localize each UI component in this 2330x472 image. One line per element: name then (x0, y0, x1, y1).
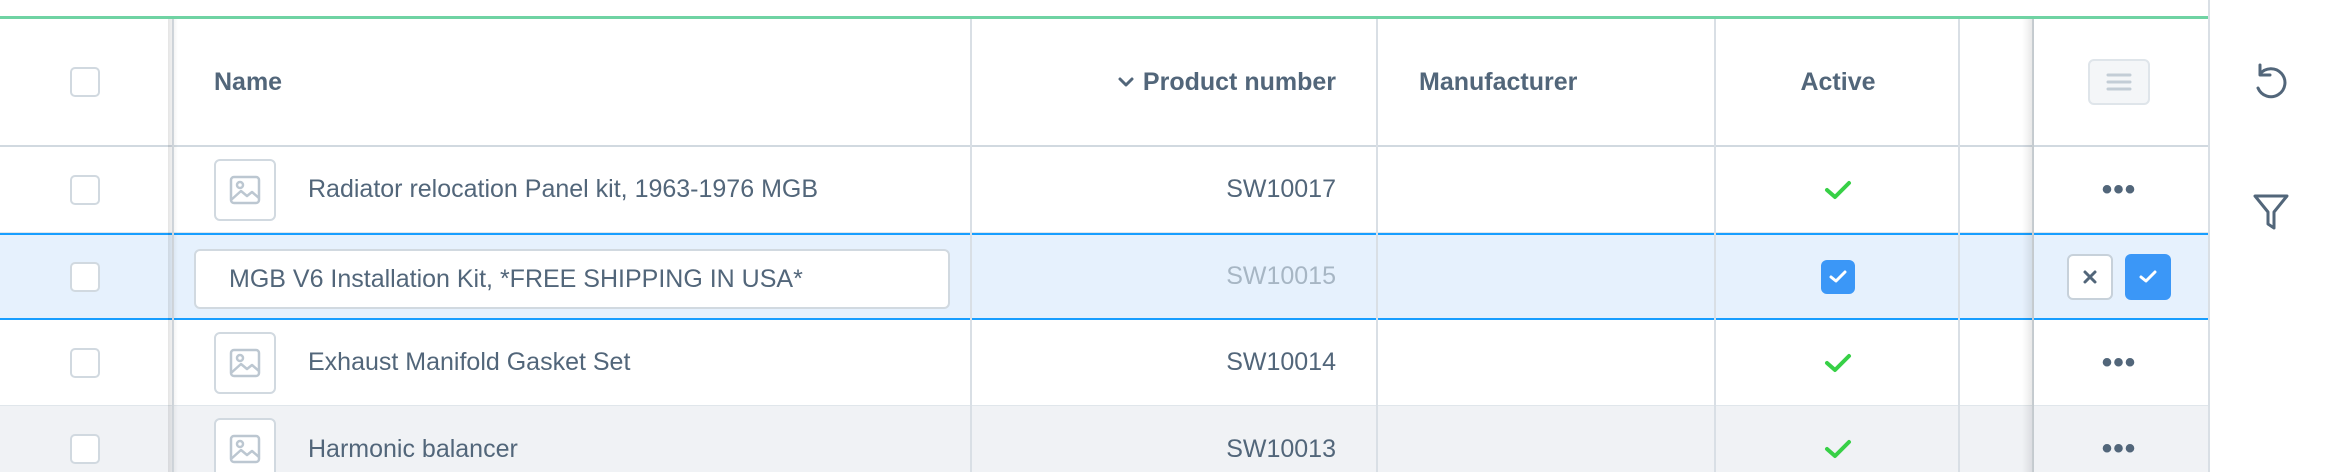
sticky-column-shadow (168, 19, 178, 472)
product-name: Exhaust Manifold Gasket Set (308, 348, 631, 376)
row-actions-button[interactable]: ••• (2092, 147, 2146, 232)
thumbnail-cell (214, 320, 276, 405)
active-toggle-checkbox[interactable] (1821, 259, 1855, 294)
row-checkbox[interactable] (70, 347, 100, 378)
checkmark-icon (1824, 179, 1852, 201)
active-cell (1716, 147, 1960, 232)
column-settings-cell (2088, 19, 2150, 145)
checkmark-icon (1824, 352, 1852, 374)
more-icon: ••• (2101, 432, 2137, 465)
undo-icon (2251, 62, 2291, 104)
table-row-editing[interactable]: MGB V6 Installation Kit, *FREE SHIPPING … (0, 233, 2208, 320)
column-resize-handle[interactable] (970, 19, 972, 472)
product-data-grid: Name Product number Manufacturer Active (0, 19, 2208, 472)
table-row[interactable]: Harmonic balancer SW10013 ••• (0, 406, 2208, 472)
sidebar-actions (2208, 0, 2330, 472)
row-select-cell (70, 406, 100, 472)
filter-icon (2251, 191, 2291, 233)
column-resize-handle[interactable] (1958, 19, 1960, 472)
column-header-active-label: Active (1800, 67, 1876, 96)
product-name: Radiator relocation Panel kit, 1963-1976… (308, 175, 819, 203)
column-resize-handle[interactable] (1376, 19, 1378, 472)
checkmark-icon (1829, 270, 1847, 284)
table-header-row: Name Product number Manufacturer Active (0, 19, 2208, 147)
active-cell (1716, 235, 1960, 318)
select-all-cell (70, 19, 100, 145)
sticky-column-shadow (2022, 19, 2034, 472)
image-placeholder-icon (214, 331, 276, 394)
table-row[interactable]: Exhaust Manifold Gasket Set SW10014 ••• (0, 320, 2208, 406)
menu-icon (2106, 72, 2132, 92)
product-name-cell[interactable]: Exhaust Manifold Gasket Set (308, 320, 630, 405)
column-header-product-number-label: Product number (1142, 67, 1336, 96)
product-number: SW10014 (1226, 348, 1336, 376)
product-number-cell: SW10015 (1226, 235, 1336, 318)
column-resize-handle[interactable] (1714, 19, 1716, 472)
active-cell (1716, 406, 1960, 472)
table-row[interactable]: Radiator relocation Panel kit, 1963-1976… (0, 147, 2208, 233)
column-header-product-number[interactable]: Product number (1117, 19, 1336, 145)
product-number-cell: SW10013 (1226, 406, 1336, 472)
product-number: SW10017 (1226, 175, 1336, 203)
column-settings-button[interactable] (2088, 59, 2150, 105)
product-number-cell: SW10014 (1226, 320, 1336, 405)
chevron-down-icon (1117, 75, 1135, 89)
product-name: Harmonic balancer (308, 434, 518, 463)
image-placeholder-icon (214, 418, 276, 472)
column-header-name-label: Name (214, 67, 283, 96)
product-name-edit-value: MGB V6 Installation Kit, *FREE SHIPPING … (229, 264, 803, 293)
more-icon: ••• (2101, 172, 2137, 206)
checkmark-icon (2139, 270, 2157, 284)
row-actions-button[interactable]: ••• (2092, 320, 2146, 405)
cancel-edit-button[interactable] (2067, 253, 2113, 300)
active-cell (1716, 320, 1960, 405)
thumbnail-cell (214, 406, 276, 472)
row-checkbox[interactable] (70, 261, 100, 292)
select-all-checkbox[interactable] (70, 67, 100, 97)
row-actions-button[interactable]: ••• (2092, 406, 2146, 472)
column-header-manufacturer[interactable]: Manufacturer (1419, 19, 1577, 145)
row-select-cell (70, 320, 100, 405)
product-number: SW10015 (1226, 262, 1336, 290)
product-name-cell[interactable]: Harmonic balancer (308, 406, 518, 472)
product-name-cell[interactable]: Radiator relocation Panel kit, 1963-1976… (308, 147, 818, 232)
row-checkbox[interactable] (70, 434, 100, 464)
filter-button[interactable] (2210, 191, 2330, 233)
save-edit-button[interactable] (2125, 253, 2171, 300)
product-name-edit-input[interactable]: MGB V6 Installation Kit, *FREE SHIPPING … (194, 249, 950, 309)
inline-edit-actions (2067, 235, 2171, 318)
product-number: SW10013 (1226, 434, 1336, 463)
row-select-cell (70, 235, 100, 318)
column-header-active[interactable]: Active (1716, 19, 1960, 145)
close-icon (2082, 269, 2098, 285)
product-number-cell: SW10017 (1226, 147, 1336, 232)
checkmark-icon (1824, 438, 1852, 460)
column-header-manufacturer-label: Manufacturer (1419, 67, 1578, 96)
more-icon: ••• (2101, 345, 2137, 379)
thumbnail-cell (214, 147, 276, 232)
image-placeholder-icon (214, 158, 276, 221)
row-select-cell (70, 147, 100, 232)
row-checkbox[interactable] (70, 174, 100, 205)
reset-button[interactable] (2210, 62, 2330, 104)
column-header-name[interactable]: Name (214, 19, 282, 145)
